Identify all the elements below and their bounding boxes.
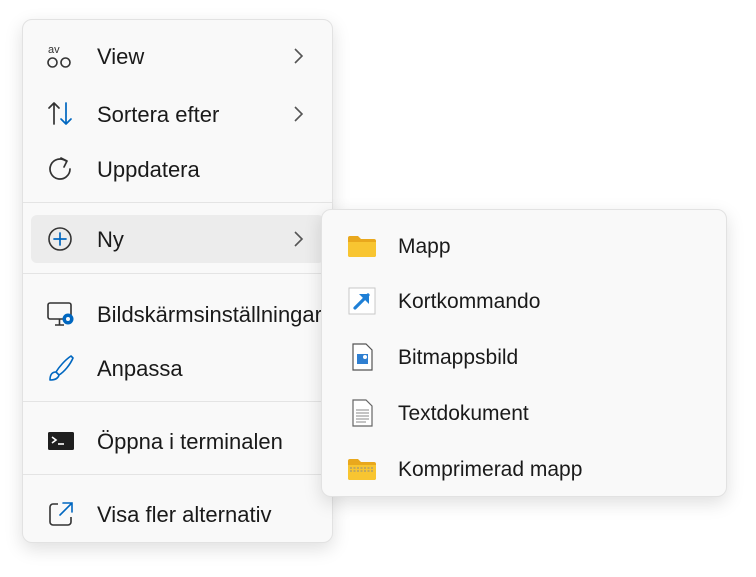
menu-separator <box>23 401 332 402</box>
menu-item-refresh-label: Uppdatera <box>97 157 200 182</box>
refresh-icon <box>45 153 77 185</box>
menu-separator <box>23 273 332 274</box>
submenu-item-folder-label: Mapp <box>398 235 451 258</box>
menu-item-personalize[interactable]: Anpassa <box>31 344 324 392</box>
submenu-item-bitmap-label: Bitmappsbild <box>398 346 519 369</box>
sort-arrows-icon <box>45 98 77 130</box>
svg-text:av: av <box>48 44 60 56</box>
chevron-right-icon <box>288 44 308 68</box>
menu-item-show-more-options[interactable]: Visa fler alternativ <box>31 490 324 538</box>
add-circle-icon <box>45 223 77 255</box>
menu-item-view[interactable]: av View <box>31 32 324 80</box>
menu-item-display-settings[interactable]: Bildskärmsinställningar <box>31 290 324 338</box>
display-settings-icon <box>45 298 77 330</box>
new-submenu: Mapp Kortkommando Bitmappsbild Textdokum… <box>321 209 727 497</box>
menu-item-show-more-options-label: Visa fler alternativ <box>97 502 272 527</box>
view-icon: av <box>45 40 77 72</box>
submenu-item-zip-folder[interactable]: Komprimerad mapp <box>330 445 718 493</box>
folder-icon <box>346 230 378 262</box>
chevron-right-icon <box>288 102 308 126</box>
brush-icon <box>45 352 77 384</box>
terminal-icon <box>45 425 77 457</box>
menu-item-display-settings-label: Bildskärmsinställningar <box>97 302 322 327</box>
menu-item-new[interactable]: Ny <box>31 215 324 263</box>
menu-item-refresh[interactable]: Uppdatera <box>31 145 324 193</box>
context-menu: av View Sortera efter Uppdatera Ny Bilds… <box>22 19 333 543</box>
menu-item-open-terminal-label: Öppna i terminalen <box>97 429 283 454</box>
bitmap-image-icon <box>346 341 378 373</box>
submenu-item-zip-folder-label: Komprimerad mapp <box>398 458 583 481</box>
open-external-icon <box>45 498 77 530</box>
menu-item-new-label: Ny <box>97 227 124 252</box>
menu-separator <box>23 202 332 203</box>
submenu-item-text-document[interactable]: Textdokument <box>330 389 718 437</box>
submenu-item-bitmap[interactable]: Bitmappsbild <box>330 333 718 381</box>
menu-item-personalize-label: Anpassa <box>97 356 183 381</box>
menu-separator <box>23 474 332 475</box>
submenu-item-text-document-label: Textdokument <box>398 402 529 425</box>
shortcut-icon <box>346 285 378 317</box>
chevron-right-icon <box>288 227 308 251</box>
zip-folder-icon <box>346 453 378 485</box>
menu-item-sort-label: Sortera efter <box>97 102 220 127</box>
submenu-item-shortcut[interactable]: Kortkommando <box>330 277 718 325</box>
submenu-item-folder[interactable]: Mapp <box>330 222 718 270</box>
menu-item-sort[interactable]: Sortera efter <box>31 90 324 138</box>
submenu-item-shortcut-label: Kortkommando <box>398 290 541 313</box>
menu-item-view-label: View <box>97 44 145 69</box>
menu-item-open-terminal[interactable]: Öppna i terminalen <box>31 417 324 465</box>
text-document-icon <box>346 397 378 429</box>
